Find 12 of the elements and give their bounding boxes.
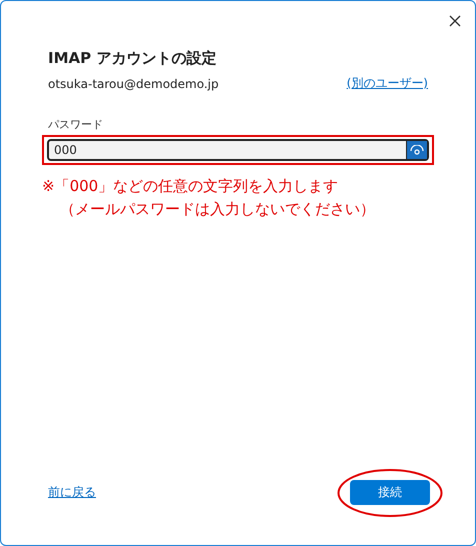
- switch-user-link[interactable]: (別のユーザー): [346, 75, 428, 92]
- reveal-password-button[interactable]: [406, 141, 427, 159]
- connect-button[interactable]: 接続: [350, 480, 430, 505]
- password-field[interactable]: 000: [47, 139, 429, 161]
- back-link[interactable]: 前に戻る: [48, 484, 96, 501]
- field-label: パスワード: [48, 117, 104, 132]
- account-email: otsuka-tarou@demodemo.jp: [48, 76, 219, 90]
- close-icon: [449, 15, 461, 27]
- annotation-text: ※「000」などの任意の文字列を入力します: [42, 176, 340, 197]
- eye-icon: [410, 145, 424, 155]
- annotation-text: （メールパスワードは入力しないでください）: [59, 199, 376, 220]
- dialog-heading: IMAP アカウントの設定: [48, 49, 218, 68]
